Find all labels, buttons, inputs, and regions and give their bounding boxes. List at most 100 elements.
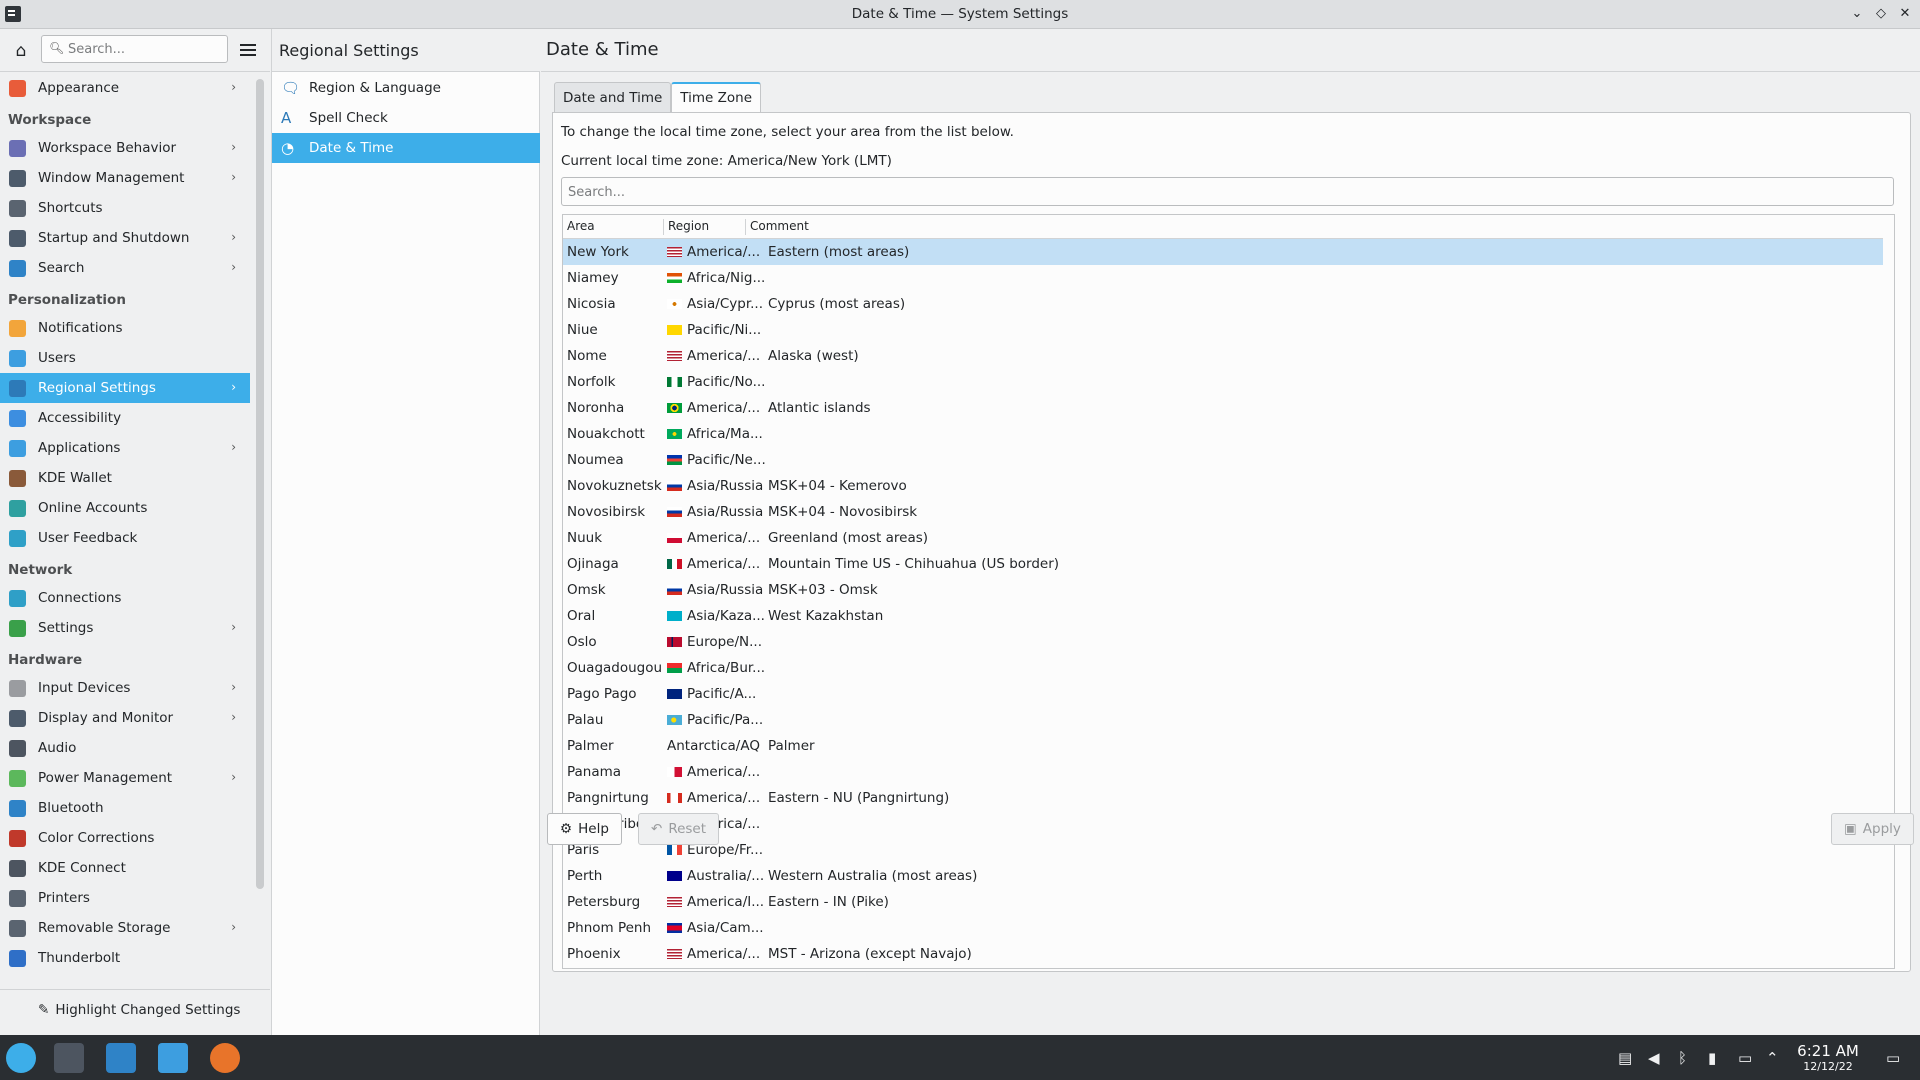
sidebar-search-box[interactable]: 🔍︎ [41, 35, 228, 63]
table-row[interactable]: Niamey Africa/Nig... [563, 265, 1883, 291]
time-zone-search-input[interactable] [568, 183, 1868, 201]
system-settings-taskbar-icon[interactable] [106, 1043, 136, 1073]
firefox-icon[interactable] [210, 1043, 240, 1073]
table-row[interactable]: Ojinaga America/... Mountain Time US - Chi… [563, 551, 1883, 577]
table-row[interactable]: Panama America/... [563, 759, 1883, 785]
table-row[interactable]: Oral Asia/Kaza... West Kazakhstan [563, 603, 1883, 629]
table-row[interactable]: Nuuk America/... Greenland (most areas) [563, 525, 1883, 551]
time-zone-table: Area Region Comment New York America/... E… [562, 214, 1895, 969]
sidebar-item-kde-connect[interactable]: KDE Connect [0, 853, 250, 883]
sidebar-item-audio[interactable]: Audio [0, 733, 250, 763]
help-button[interactable]: ⚙ Help [547, 813, 622, 845]
network-tray-icon[interactable]: ▭ [1738, 1049, 1752, 1067]
sidebar-item-search[interactable]: Search › [0, 253, 250, 283]
battery-icon[interactable]: ▮ [1708, 1049, 1716, 1067]
home-icon[interactable]: ⌂ [11, 41, 31, 61]
table-row[interactable]: Novokuznetsk Asia/Russia MSK+04 - Kemerovo [563, 473, 1883, 499]
table-row[interactable]: Nicosia Asia/Cypr... Cyprus (most areas) [563, 291, 1883, 317]
sidebar-item-appearance[interactable]: Appearance › [0, 73, 250, 103]
sidebar-item-display-and-monitor[interactable]: Display and Monitor › [0, 703, 250, 733]
table-row[interactable]: ParamariboAmerica/... [563, 811, 1883, 837]
table-row[interactable]: Perth Australia/... Western Australia (mos… [563, 863, 1883, 889]
column-header-area[interactable]: Area [563, 219, 663, 235]
table-row[interactable]: Niue Pacific/Ni... [563, 317, 1883, 343]
table-row[interactable]: Nouakchott Africa/Ma... [563, 421, 1883, 447]
table-row[interactable]: Petersburg America/I... Eastern - IN (Pike… [563, 889, 1883, 915]
sidebar-item-notifications[interactable]: Notifications [0, 313, 250, 343]
sidebar-item-color-corrections[interactable]: Color Corrections [0, 823, 250, 853]
reset-button[interactable]: ↶ Reset [638, 813, 720, 845]
region-cell: Pacific/Pa... [687, 712, 764, 728]
clock[interactable]: 6:21 AM 12/12/22 [1796, 1042, 1860, 1073]
page-title: Date & Time [546, 39, 659, 60]
table-row[interactable]: Novosibirsk Asia/Russia MSK+04 - Novosibir… [563, 499, 1883, 525]
sidebar-item-accessibility[interactable]: Accessibility [0, 403, 250, 433]
table-row[interactable]: New York America/... Eastern (most areas) [563, 239, 1883, 265]
table-row[interactable]: Noumea Pacific/Ne... [563, 447, 1883, 473]
table-row[interactable]: Norfolk Pacific/No... [563, 369, 1883, 395]
sidebar-item-removable-storage[interactable]: Removable Storage › [0, 913, 250, 943]
table-row[interactable]: Oslo Europe/N... [563, 629, 1883, 655]
region-cell: America/... [687, 348, 761, 364]
table-row[interactable]: Ouagadougou Africa/Bur... [563, 655, 1883, 681]
sidebar-item-bluetooth[interactable]: Bluetooth [0, 793, 250, 823]
sidebar-item-applications[interactable]: Applications › [0, 433, 250, 463]
table-row[interactable]: Omsk Asia/Russia MSK+03 - Omsk [563, 577, 1883, 603]
table-row[interactable]: Pangnirtung America/... Eastern - NU (Pang… [563, 785, 1883, 811]
table-row[interactable]: Pago Pago Pacific/A... [563, 681, 1883, 707]
category-item-region-language[interactable]: 🗨︎ Region & Language [272, 73, 540, 103]
sidebar-item-regional-settings[interactable]: Regional Settings › [0, 373, 250, 403]
sidebar-item-window-management[interactable]: Window Management › [0, 163, 250, 193]
tab-bar: Date and Time Time Zone [554, 82, 761, 112]
table-row[interactable]: Paris Europe/Fr... [563, 837, 1883, 863]
sidebar-item-settings[interactable]: Settings › [0, 613, 250, 643]
sidebar-item-label: Input Devices [38, 680, 131, 696]
sidebar-scrollbar[interactable] [256, 79, 264, 889]
minimize-button[interactable]: ⌄ [1848, 5, 1866, 23]
app-launcher-icon[interactable] [6, 1043, 36, 1073]
sidebar-item-connections[interactable]: Connections [0, 583, 250, 613]
close-button[interactable]: ✕ [1896, 5, 1914, 23]
area-cell: Palau [567, 712, 604, 728]
file-manager-icon[interactable] [158, 1043, 188, 1073]
show-desktop-icon[interactable]: ▭ [1886, 1049, 1900, 1067]
category-title: Regional Settings [279, 41, 419, 60]
category-item-spell-check[interactable]: A Spell Check [272, 103, 540, 133]
sidebar-item-startup-and-shutdown[interactable]: Startup and Shutdown › [0, 223, 250, 253]
column-header-region[interactable]: Region [663, 219, 745, 235]
table-row[interactable]: Phnom Penh Asia/Cam... [563, 915, 1883, 941]
sidebar-item-label: Thunderbolt [38, 950, 121, 966]
tray-expand-icon[interactable]: ⌃ [1766, 1049, 1779, 1067]
table-row[interactable]: Nome America/... Alaska (west) [563, 343, 1883, 369]
table-row[interactable]: Noronha America/... Atlantic islands [563, 395, 1883, 421]
apply-button[interactable]: ▣ Apply [1831, 813, 1914, 845]
sidebar-item-printers[interactable]: Printers [0, 883, 250, 913]
maximize-button[interactable]: ◇ [1872, 5, 1890, 23]
sidebar-item-thunderbolt[interactable]: Thunderbolt [0, 943, 250, 973]
sidebar-item-input-devices[interactable]: Input Devices › [0, 673, 250, 703]
sidebar-search-input[interactable] [68, 40, 218, 58]
area-cell: Nouakchott [567, 426, 645, 442]
table-row[interactable]: Palau Pacific/Pa... [563, 707, 1883, 733]
highlight-changed-settings-button[interactable]: ✎ Highlight Changed Settings [38, 1002, 240, 1018]
table-row[interactable]: Palmer Antarctica/AQ Palmer [563, 733, 1883, 759]
tab-time-zone[interactable]: Time Zone [671, 82, 761, 112]
category-item-date-time[interactable]: ◔ Date & Time [272, 133, 540, 163]
sidebar-item-user-feedback[interactable]: User Feedback [0, 523, 250, 553]
sidebar-item-workspace-behavior[interactable]: Workspace Behavior › [0, 133, 250, 163]
column-header-comment[interactable]: Comment [745, 219, 1045, 235]
sidebar-item-power-management[interactable]: Power Management › [0, 763, 250, 793]
sidebar-item-online-accounts[interactable]: Online Accounts [0, 493, 250, 523]
table-row[interactable]: Phoenix America/... MST - Arizona (except … [563, 941, 1883, 967]
time-zone-search-box[interactable] [561, 177, 1894, 206]
pager-icon[interactable] [54, 1043, 84, 1073]
sidebar-item-users[interactable]: Users [0, 343, 250, 373]
hamburger-menu-icon[interactable] [240, 41, 258, 59]
bluetooth-tray-icon[interactable]: ᛒ [1678, 1049, 1687, 1067]
sidebar-item-kde-wallet[interactable]: KDE Wallet [0, 463, 250, 493]
volume-icon[interactable]: ◀ [1648, 1049, 1660, 1067]
clipboard-icon[interactable]: ▤ [1618, 1049, 1632, 1067]
window-management-icon [9, 170, 26, 187]
sidebar-item-shortcuts[interactable]: Shortcuts [0, 193, 250, 223]
tab-date-and-time[interactable]: Date and Time [554, 82, 672, 112]
